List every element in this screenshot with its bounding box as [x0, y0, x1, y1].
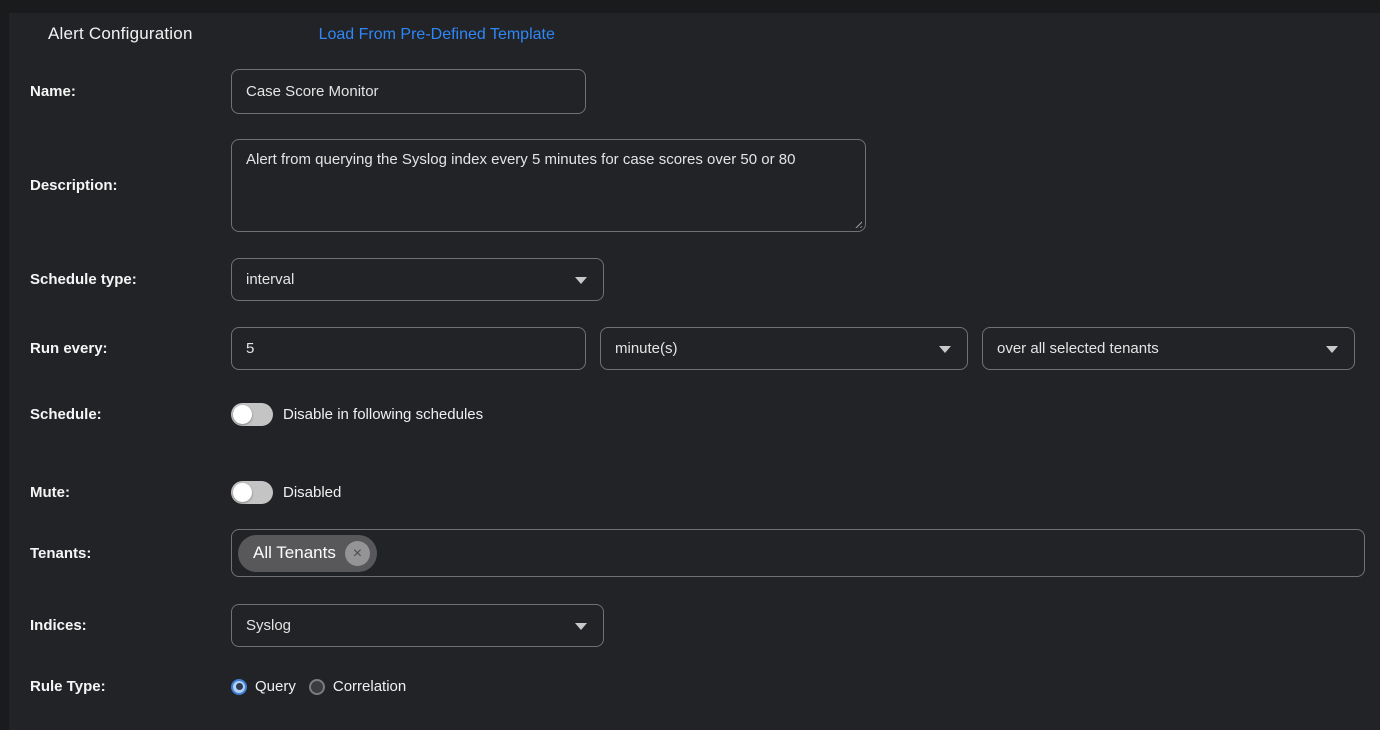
indices-row: Indices: Syslog [30, 604, 1380, 647]
name-row: Name: [30, 69, 1380, 114]
tenant-chip-label: All Tenants [253, 543, 336, 563]
name-input[interactable] [231, 69, 586, 114]
tenants-row: Tenants: All Tenants × [30, 529, 1380, 577]
alert-configuration-panel: Alert Configuration Load From Pre-Define… [0, 0, 1380, 730]
rule-type-radio-group: Query Correlation [231, 678, 406, 695]
rule-type-option-query[interactable]: Query [231, 678, 296, 695]
chevron-down-icon [939, 346, 951, 353]
radio-unselected-icon [309, 679, 325, 695]
schedule-row: Schedule: Disable in following schedules [30, 403, 1380, 426]
indices-select[interactable]: Syslog [231, 604, 604, 647]
name-label: Name: [30, 83, 231, 100]
schedule-type-value: interval [246, 271, 294, 288]
load-template-link[interactable]: Load From Pre-Defined Template [319, 26, 555, 44]
mute-toggle-label: Disabled [283, 484, 341, 501]
run-every-scope-select[interactable]: over all selected tenants [982, 327, 1355, 370]
rule-type-row: Rule Type: Query Correlation [30, 678, 1380, 695]
rule-type-query-label: Query [255, 678, 296, 695]
toggle-knob [233, 405, 252, 424]
mute-row: Mute: Disabled [30, 481, 1380, 504]
rule-type-label: Rule Type: [30, 678, 231, 695]
chevron-down-icon [575, 277, 587, 284]
tenant-chip: All Tenants × [238, 535, 377, 572]
schedule-toggle-label: Disable in following schedules [283, 406, 483, 423]
tenants-label: Tenants: [30, 545, 231, 562]
schedule-type-row: Schedule type: interval [30, 258, 1380, 301]
description-label: Description: [30, 177, 231, 194]
page-title: Alert Configuration [48, 24, 193, 44]
toggle-knob [233, 483, 252, 502]
run-every-unit-value: minute(s) [615, 340, 678, 357]
chevron-down-icon [575, 623, 587, 630]
schedule-type-label: Schedule type: [30, 271, 231, 288]
run-every-value-input[interactable] [231, 327, 586, 370]
schedule-label: Schedule: [30, 406, 231, 423]
schedule-toggle[interactable] [231, 403, 273, 426]
mute-label: Mute: [30, 484, 231, 501]
radio-dot [236, 683, 243, 690]
header: Alert Configuration Load From Pre-Define… [0, 0, 1380, 44]
run-every-fields: minute(s) over all selected tenants [231, 327, 1355, 370]
close-icon[interactable]: × [345, 541, 370, 566]
description-row: Description: Alert from querying the Sys… [30, 139, 1380, 232]
indices-label: Indices: [30, 617, 231, 634]
rule-type-option-correlation[interactable]: Correlation [309, 678, 406, 695]
run-every-unit-select[interactable]: minute(s) [600, 327, 968, 370]
radio-selected-icon [231, 679, 247, 695]
run-every-row: Run every: minute(s) over all selected t… [30, 327, 1380, 370]
mute-toggle[interactable] [231, 481, 273, 504]
run-every-label: Run every: [30, 340, 231, 357]
chevron-down-icon [1326, 346, 1338, 353]
rule-type-correlation-label: Correlation [333, 678, 406, 695]
description-textarea[interactable]: Alert from querying the Syslog index eve… [231, 139, 866, 232]
indices-value: Syslog [246, 617, 291, 634]
run-every-scope-value: over all selected tenants [997, 340, 1159, 357]
schedule-type-select[interactable]: interval [231, 258, 604, 301]
description-field: Alert from querying the Syslog index eve… [231, 139, 866, 232]
tenants-multiselect[interactable]: All Tenants × [231, 529, 1365, 577]
